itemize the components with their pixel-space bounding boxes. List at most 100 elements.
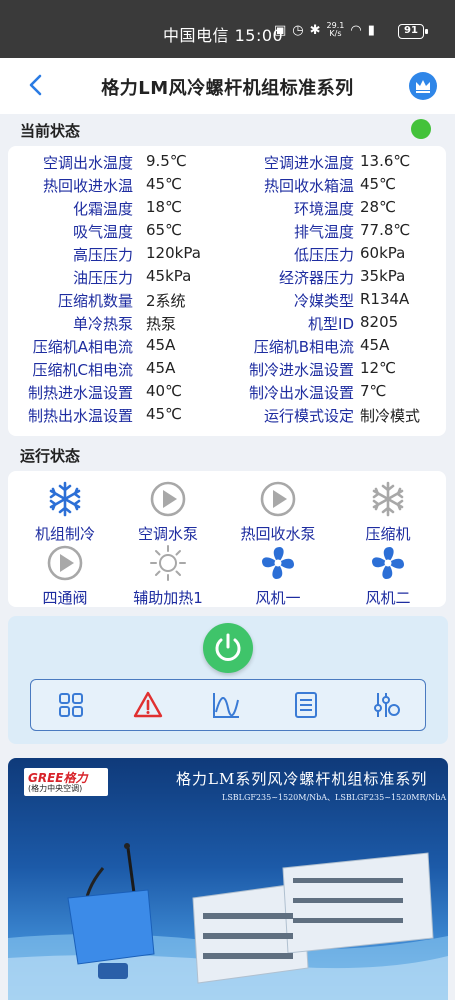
run-status-label: 四通阀 [42, 589, 88, 607]
pump-icon [45, 543, 85, 583]
parameter-row: 制热进水温设置 40℃ 制冷出水温设置 7℃ [8, 382, 446, 404]
run-status-label: 热回收水泵 [240, 525, 316, 543]
chart-icon[interactable] [211, 690, 241, 720]
parameter-row: 单冷热泵 热泵 机型ID 8205 [8, 313, 446, 335]
parameter-value: 7℃ [360, 382, 387, 400]
parameter-value: 热泵 [146, 315, 177, 333]
parameter-label: 经济器压力 [278, 269, 354, 287]
net-speed-unit: K/s [329, 29, 342, 38]
battery-level: 91 [404, 25, 418, 36]
run-status-item: 四通阀 [10, 543, 120, 608]
parameter-label: 运行模式设定 [263, 407, 354, 425]
parameter-value: 45kPa [146, 267, 192, 285]
parameter-label: 压缩机C相电流 [32, 361, 133, 379]
parameter-label: 机型ID [308, 315, 354, 333]
toolbar [30, 679, 426, 731]
parameter-label: 化霜温度 [72, 200, 133, 218]
parameter-value: 65℃ [146, 221, 182, 239]
parameter-label: 制冷出水温设置 [248, 384, 354, 402]
nfc-icon: ▣ [274, 22, 287, 38]
page-title: 格力LM风冷螺杆机组标准系列 [101, 78, 354, 99]
online-indicator [411, 119, 431, 139]
run-status-item: 机组制冷 [10, 479, 120, 544]
parameter-row: 压缩机C相电流 45A 制冷进水温设置 12℃ [8, 359, 446, 381]
carrier-time: 中国电信 15:00 [163, 26, 284, 45]
parameter-label: 吸气温度 [72, 223, 133, 241]
run-status-label: 机组制冷 [34, 525, 95, 543]
run-status-label: 风机一 [255, 589, 301, 607]
parameter-value: 13.6℃ [360, 152, 411, 170]
net-speed: 29.1 K/s [327, 22, 345, 38]
parameter-row: 压缩机A相电流 45A 压缩机B相电流 45A [8, 336, 446, 358]
parameter-row: 压缩机数量 2系统 冷媒类型 R134A [8, 290, 446, 312]
parameter-label: 热回收水箱温 [263, 177, 354, 195]
parameter-label: 空调进水温度 [263, 154, 354, 172]
parameter-label: 压缩机数量 [57, 292, 133, 310]
parameter-label: 排气温度 [293, 223, 354, 241]
run-status-item: 风机二 [333, 543, 443, 608]
alarm-icon: ◷ [292, 22, 304, 38]
parameter-value: 45A [360, 336, 390, 354]
snowflake-icon [368, 479, 408, 519]
parameter-label: 压缩机B相电流 [253, 338, 354, 356]
parameter-value: 2系统 [146, 292, 186, 310]
parameter-row: 油压压力 45kPa 经济器压力 35kPa [8, 267, 446, 289]
pump-icon [258, 479, 298, 519]
power-icon [215, 633, 241, 661]
bluetooth-icon: ✱ [309, 22, 321, 38]
parameter-row: 空调出水温度 9.5℃ 空调进水温度 13.6℃ [8, 152, 446, 174]
wifi-icon: ◠ [350, 22, 362, 38]
parameter-label: 油压压力 [72, 269, 133, 287]
parameter-label: 制热出水温设置 [27, 407, 133, 425]
parameter-value: 40℃ [146, 382, 182, 400]
run-status-item: 空调水泵 [113, 479, 223, 544]
battery-indicator: 91 [398, 24, 428, 39]
parameter-label: 单冷热泵 [72, 315, 133, 333]
parameter-label: 热回收进水温 [42, 177, 133, 195]
power-button[interactable] [203, 623, 253, 673]
parameter-value: R134A [360, 290, 410, 308]
parameter-card: 空调出水温度 9.5℃ 空调进水温度 13.6℃ 热回收进水温 45℃ 热回收水箱温 45℃ 化… [8, 146, 446, 436]
parameter-row: 化霜温度 18℃ 环境温度 28℃ [8, 198, 446, 220]
parameter-value: 制冷模式 [360, 407, 421, 425]
pump-icon [148, 479, 188, 519]
parameter-value: 120kPa [146, 244, 201, 262]
run-status-item: 风机一 [223, 543, 333, 608]
signal-icon: ▮ [367, 22, 375, 38]
run-status-label: 压缩机 [365, 525, 411, 543]
grid-icon[interactable] [56, 690, 86, 720]
run-status-item: 热回收水泵 [223, 479, 333, 544]
parameter-value: 45A [146, 336, 176, 354]
parameter-label: 压缩机A相电流 [32, 338, 133, 356]
product-illustration [8, 843, 448, 1000]
fan-icon [368, 543, 408, 583]
parameter-label: 冷媒类型 [293, 292, 354, 310]
run-status-item: 压缩机 [333, 479, 443, 544]
warning-icon[interactable] [133, 690, 163, 720]
fan-icon [258, 543, 298, 583]
crown-icon[interactable] [409, 72, 437, 100]
parameter-value: 35kPa [360, 267, 406, 285]
status-icons: ▣ ◷ ✱ 29.1 K/s ◠ ▮ [274, 22, 375, 38]
parameter-value: 45℃ [146, 405, 182, 423]
sun-icon [148, 543, 188, 583]
run-status-label: 辅助加热1 [133, 589, 203, 607]
current-status-title: 当前状态 [20, 122, 81, 140]
parameter-label: 制热进水温设置 [27, 384, 133, 402]
parameter-value: 8205 [360, 313, 399, 331]
parameter-value: 45A [146, 359, 176, 377]
parameter-value: 18℃ [146, 198, 182, 216]
sliders-icon[interactable] [371, 690, 401, 720]
snowflake-icon [45, 479, 85, 519]
parameter-label: 低压压力 [293, 246, 354, 264]
parameter-value: 77.8℃ [360, 221, 411, 239]
run-status-label: 空调水泵 [137, 525, 198, 543]
run-status-item: 辅助加热1 [113, 543, 223, 608]
parameter-label: 高压压力 [72, 246, 133, 264]
parameter-value: 45℃ [146, 175, 182, 193]
run-status-card: 机组制冷 空调水泵 热回收水泵 压缩机 四通阀 辅助加热1 风机一 风机二 [8, 471, 446, 607]
list-icon[interactable] [291, 690, 321, 720]
run-status-label: 风机二 [365, 589, 411, 607]
parameter-label: 环境温度 [293, 200, 354, 218]
parameter-row: 热回收进水温 45℃ 热回收水箱温 45℃ [8, 175, 446, 197]
